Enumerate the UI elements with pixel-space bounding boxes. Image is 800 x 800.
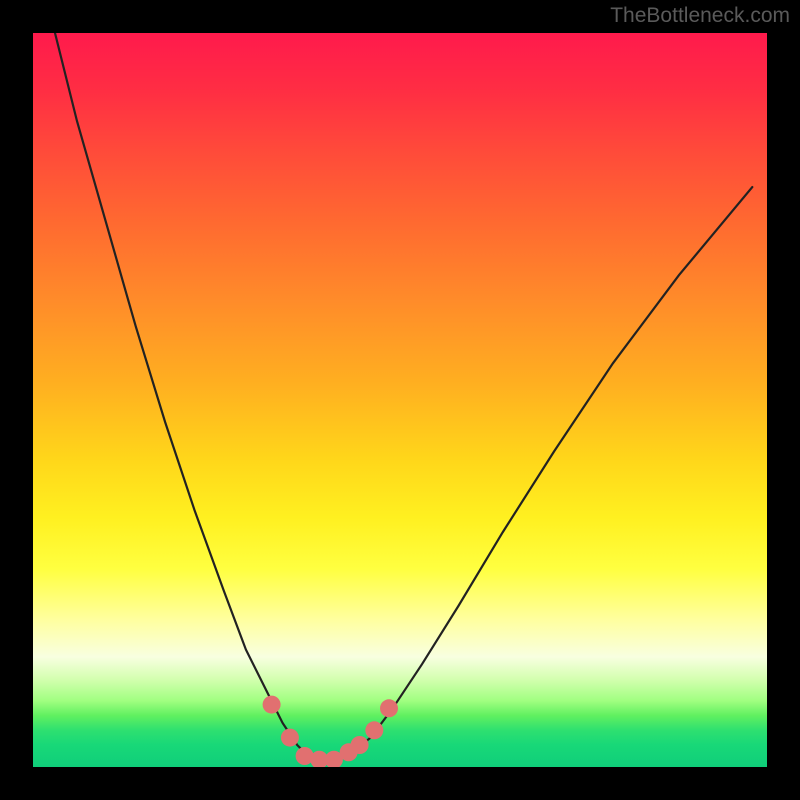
bottleneck-curve (55, 33, 752, 760)
marker-point (340, 743, 358, 761)
marker-point (281, 729, 299, 747)
chart-container: TheBottleneck.com (0, 0, 800, 800)
marker-point (263, 696, 281, 714)
marker-point (351, 736, 369, 754)
marker-point (380, 699, 398, 717)
curve-svg (33, 33, 767, 767)
marker-group (263, 696, 398, 767)
marker-point (325, 751, 343, 767)
watermark-label: TheBottleneck.com (610, 4, 790, 28)
marker-point (365, 721, 383, 739)
plot-area (33, 33, 767, 767)
marker-point (296, 747, 314, 765)
marker-point (310, 751, 328, 767)
